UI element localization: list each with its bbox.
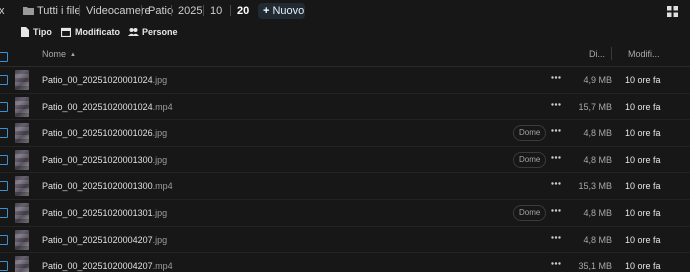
breadcrumb-separator <box>141 5 142 16</box>
row-checkbox[interactable] <box>0 128 8 139</box>
folder-icon <box>23 7 34 15</box>
file-size: 4,8 MB <box>583 154 612 165</box>
table-row[interactable]: Patio_00_20251020001024.jpg 4,9 MB 10 or… <box>0 67 690 94</box>
more-actions-icon[interactable] <box>551 156 561 159</box>
more-actions-icon[interactable] <box>551 102 561 106</box>
row-checkbox[interactable] <box>0 101 8 112</box>
table-row[interactable]: Patio_00_20251020001026.jpg Dome 4,8 MB … <box>0 120 690 147</box>
file-name[interactable]: Patio_00_20251020001024.mp4 <box>42 102 173 112</box>
table-header: Nome ▲ Di... Modifi... <box>0 42 690 67</box>
filter-modificato-label: Modificato <box>75 27 120 37</box>
file-modified: 10 ore fa <box>625 234 661 245</box>
file-size: 4,9 MB <box>583 75 612 85</box>
grid-view-icon[interactable] <box>667 6 678 17</box>
file-modified: 10 ore fa <box>625 181 661 192</box>
file-modified: 10 ore fa <box>625 128 661 139</box>
people-icon <box>128 28 139 36</box>
calendar-icon <box>61 27 71 37</box>
file-thumbnail <box>15 149 29 170</box>
table-row[interactable]: Patio_00_20251020004207.jpg 4,8 MB 10 or… <box>0 227 690 254</box>
row-checkbox[interactable] <box>0 261 8 272</box>
file-tag-badge[interactable]: Dome <box>513 151 547 168</box>
more-actions-icon[interactable] <box>551 182 561 186</box>
new-button-label: Nuovo <box>272 5 305 17</box>
column-header-size[interactable]: Di... <box>589 49 605 59</box>
file-modified: 10 ore fa <box>625 154 661 165</box>
more-actions-icon[interactable] <box>551 262 561 265</box>
file-thumbnail <box>15 123 29 144</box>
file-thumbnail <box>15 96 29 117</box>
row-checkbox[interactable] <box>0 207 8 218</box>
row-checkbox[interactable] <box>0 75 8 85</box>
file-name[interactable]: Patio_00_20251020004207.jpg <box>42 235 167 245</box>
file-size: 15,7 MB <box>578 101 612 112</box>
file-name[interactable]: Patio_00_20251020001024.jpg <box>42 75 167 85</box>
file-modified: 10 ore fa <box>625 207 661 218</box>
new-button[interactable]: + Nuovo <box>258 3 305 19</box>
breadcrumb-separator <box>171 5 172 16</box>
file-thumbnail <box>15 256 29 272</box>
table-row[interactable]: Patio_00_20251020001300.jpg Dome 4,8 MB … <box>0 147 690 174</box>
file-size: 15,3 MB <box>578 181 612 192</box>
row-checkbox[interactable] <box>0 181 8 192</box>
file-size: 4,8 MB <box>583 128 612 139</box>
plus-icon: + <box>263 5 270 17</box>
breadcrumb-separator <box>79 5 80 16</box>
top-bar: x Tutti i file Videocamere Patio 2025 10… <box>0 0 690 22</box>
more-actions-icon[interactable] <box>551 129 561 132</box>
file-thumbnail <box>15 176 29 197</box>
table-row[interactable]: Patio_00_20251020001024.mp4 15,7 MB 10 o… <box>0 94 690 121</box>
breadcrumb-20-current[interactable]: 20 <box>237 5 249 17</box>
select-all-checkbox[interactable] <box>0 52 8 62</box>
file-thumbnail <box>15 202 29 223</box>
more-actions-icon[interactable] <box>551 209 561 212</box>
breadcrumb-10[interactable]: 10 <box>210 5 222 17</box>
table-row[interactable]: Patio_00_20251020004207.mp4 35,1 MB 10 o… <box>0 253 690 272</box>
file-thumbnail <box>15 70 29 90</box>
sort-ascending-icon: ▲ <box>70 52 76 58</box>
file-modified: 10 ore fa <box>625 261 661 272</box>
breadcrumb-2025[interactable]: 2025 <box>178 5 202 17</box>
filter-persone-label: Persone <box>142 27 178 37</box>
file-name[interactable]: Patio_00_20251020001300.mp4 <box>42 181 173 191</box>
file-size: 4,8 MB <box>583 207 612 218</box>
breadcrumb-separator <box>230 5 231 16</box>
row-checkbox[interactable] <box>0 154 8 165</box>
table-row[interactable]: Patio_00_20251020001300.mp4 15,3 MB 10 o… <box>0 173 690 200</box>
column-resize-handle[interactable] <box>611 47 612 60</box>
breadcrumb-patio[interactable]: Patio <box>148 5 173 17</box>
filter-tipo-label: Tipo <box>33 27 52 37</box>
file-tag-badge[interactable]: Dome <box>513 204 547 221</box>
more-actions-icon[interactable] <box>551 235 561 239</box>
more-actions-icon[interactable] <box>551 76 561 79</box>
column-header-modified[interactable]: Modifi... <box>628 49 660 59</box>
table-row[interactable]: Patio_00_20251020001301.jpg Dome 4,8 MB … <box>0 200 690 227</box>
file-size: 35,1 MB <box>578 261 612 272</box>
file-name[interactable]: Patio_00_20251020004207.mp4 <box>42 261 173 271</box>
file-size: 4,8 MB <box>583 234 612 245</box>
file-list: Patio_00_20251020001024.jpg 4,9 MB 10 or… <box>0 67 690 272</box>
clipped-toolbar-glyph[interactable]: x <box>0 5 5 17</box>
file-modified: 10 ore fa <box>625 101 661 112</box>
file-name[interactable]: Patio_00_20251020001026.jpg <box>42 128 167 138</box>
file-modified: 10 ore fa <box>625 75 661 85</box>
row-checkbox[interactable] <box>0 234 8 245</box>
document-icon <box>21 27 29 37</box>
file-tag-badge[interactable]: Dome <box>513 125 547 142</box>
file-thumbnail <box>15 229 29 250</box>
column-header-name[interactable]: Nome <box>42 49 66 59</box>
breadcrumb-separator <box>203 5 204 16</box>
file-name[interactable]: Patio_00_20251020001300.jpg <box>42 155 167 165</box>
file-name[interactable]: Patio_00_20251020001301.jpg <box>42 208 167 218</box>
breadcrumb-tutti-i-file[interactable]: Tutti i file <box>37 5 81 17</box>
